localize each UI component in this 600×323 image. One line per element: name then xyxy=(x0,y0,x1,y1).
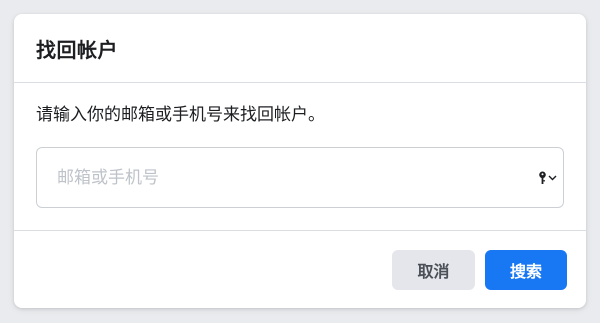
dialog-body: 请输入你的邮箱或手机号来找回帐户。 xyxy=(14,83,586,231)
email-or-phone-input[interactable] xyxy=(37,147,529,208)
find-account-dialog: 找回帐户 请输入你的邮箱或手机号来找回帐户。 取消 搜索 xyxy=(14,14,586,308)
search-button[interactable]: 搜索 xyxy=(485,249,567,290)
instruction-text: 请输入你的邮箱或手机号来找回帐户。 xyxy=(36,105,325,125)
cancel-button[interactable]: 取消 xyxy=(392,249,475,290)
key-icon xyxy=(539,171,546,184)
dialog-title: 找回帐户 xyxy=(36,37,118,62)
dialog-footer: 取消 搜索 xyxy=(14,231,586,308)
chevron-down-icon xyxy=(548,175,557,180)
autofill-key-button[interactable] xyxy=(538,171,557,185)
email-or-phone-field-container xyxy=(36,147,564,208)
dialog-header: 找回帐户 xyxy=(14,14,586,83)
